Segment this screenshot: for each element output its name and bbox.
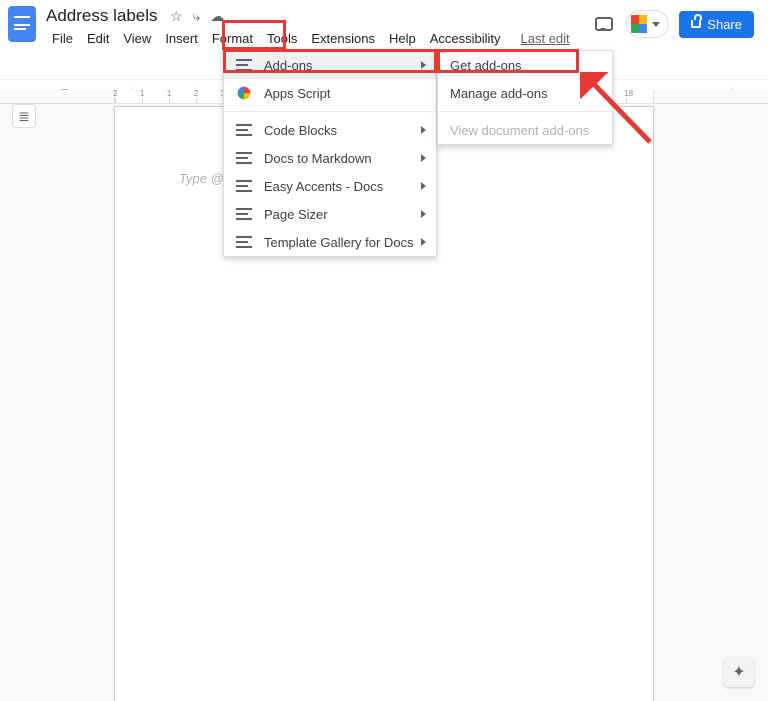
meet-button[interactable]	[626, 10, 669, 38]
move-icon[interactable]: ⤷	[193, 8, 201, 25]
label: View document add-ons	[450, 123, 589, 138]
meet-logo-icon	[631, 15, 649, 33]
chevron-down-icon	[652, 22, 660, 27]
tick: 2	[194, 90, 198, 98]
document-title[interactable]: Address labels	[46, 6, 158, 26]
ext-item-apps-script[interactable]: Apps Script	[224, 79, 436, 107]
sub-item-manage-addons[interactable]: Manage add-ons	[438, 79, 612, 107]
label: Get add-ons	[450, 58, 522, 73]
ext-item-easy-accents[interactable]: Easy Accents - Docs	[224, 172, 436, 200]
apps-script-icon	[238, 87, 251, 100]
ext-item-code-blocks[interactable]: Code Blocks	[224, 116, 436, 144]
share-label: Share	[707, 17, 742, 32]
docs-logo-icon[interactable]	[8, 6, 36, 42]
label: Docs to Markdown	[264, 151, 372, 166]
tick: 1	[140, 90, 144, 98]
lock-icon	[691, 20, 701, 28]
outline-toggle-icon[interactable]: ≣	[12, 104, 36, 128]
chevron-right-icon	[421, 126, 426, 134]
share-button[interactable]: Share	[679, 11, 754, 38]
tick: 2	[113, 90, 117, 98]
star-icon[interactable]: ☆	[170, 8, 183, 25]
sub-item-get-addons[interactable]: Get add-ons	[438, 51, 612, 79]
extension-icon	[236, 234, 252, 250]
extension-icon	[236, 150, 252, 166]
tick: 1	[167, 90, 171, 98]
extension-icon	[236, 178, 252, 194]
menu-view[interactable]: View	[117, 28, 157, 79]
label: Add-ons	[264, 58, 312, 73]
label: Code Blocks	[264, 123, 337, 138]
extensions-dropdown: Add-ons Apps Script Code Blocks Docs to …	[223, 50, 437, 257]
sub-item-view-doc-addons: View document add-ons	[438, 116, 612, 144]
chevron-right-icon	[421, 182, 426, 190]
label: Template Gallery for Docs	[264, 235, 414, 250]
addons-submenu: Get add-ons Manage add-ons View document…	[437, 50, 613, 145]
ext-item-page-sizer[interactable]: Page Sizer	[224, 200, 436, 228]
header-right: Share	[592, 6, 760, 38]
separator	[438, 111, 612, 112]
ext-item-addons[interactable]: Add-ons	[224, 51, 436, 79]
label: Apps Script	[264, 86, 330, 101]
chevron-right-icon	[421, 61, 426, 69]
ext-item-template-gallery[interactable]: Template Gallery for Docs	[224, 228, 436, 256]
extension-icon	[236, 206, 252, 222]
menu-file[interactable]: File	[46, 28, 79, 79]
menu-edit[interactable]: Edit	[81, 28, 115, 79]
chevron-right-icon	[421, 238, 426, 246]
label: Manage add-ons	[450, 86, 548, 101]
comments-icon[interactable]	[592, 12, 616, 36]
tick: 18	[624, 90, 633, 98]
label: Page Sizer	[264, 207, 328, 222]
ext-item-docs-markdown[interactable]: Docs to Markdown	[224, 144, 436, 172]
label: Easy Accents - Docs	[264, 179, 383, 194]
extension-icon	[236, 122, 252, 138]
explore-button[interactable]: ✦	[724, 657, 754, 687]
cloud-status-icon[interactable]: ☁	[210, 8, 224, 25]
chevron-right-icon	[421, 154, 426, 162]
addons-icon	[236, 57, 252, 73]
separator	[224, 111, 436, 112]
chevron-right-icon	[421, 210, 426, 218]
menu-insert[interactable]: Insert	[159, 28, 204, 79]
